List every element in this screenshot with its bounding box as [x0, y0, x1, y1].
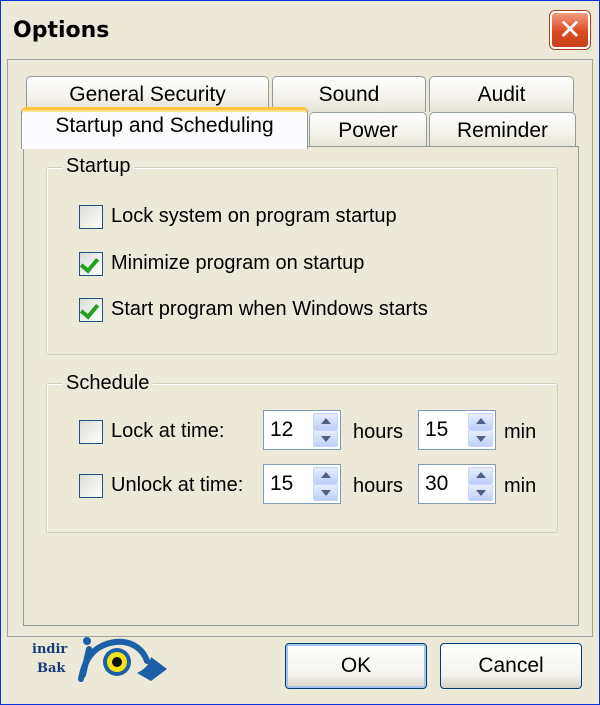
- minimize-on-startup-checkbox[interactable]: [79, 252, 103, 276]
- lock-minutes-unit: min: [504, 421, 537, 443]
- schedule-group: [46, 383, 558, 533]
- lock-at-time-label: Lock at time:: [111, 420, 225, 442]
- lock-minutes-stepper[interactable]: 15: [418, 410, 496, 450]
- eye-logo-icon: [78, 637, 167, 682]
- unlock-hours-down-button[interactable]: [313, 484, 338, 501]
- lock-on-startup-checkbox[interactable]: [79, 205, 103, 229]
- unlock-minutes-unit: min: [504, 475, 537, 497]
- start-with-windows-checkbox[interactable]: [79, 298, 103, 322]
- tab-audit[interactable]: Audit: [429, 76, 574, 112]
- logo-text-indir: indir: [32, 642, 68, 657]
- unlock-minutes-stepper[interactable]: 30: [418, 464, 496, 504]
- unlock-hours-stepper[interactable]: 15: [263, 464, 341, 504]
- options-dialog: Options ✕ General Security Sound Audit S…: [0, 0, 600, 705]
- lock-minutes-value[interactable]: 15: [425, 418, 448, 442]
- close-button[interactable]: ✕: [550, 11, 590, 49]
- lock-minutes-up-button[interactable]: [468, 413, 493, 430]
- lock-minutes-down-button[interactable]: [468, 430, 493, 447]
- lock-at-time-checkbox[interactable]: [79, 420, 103, 444]
- start-with-windows-label: Start program when Windows starts: [111, 298, 428, 320]
- unlock-minutes-value[interactable]: 30: [425, 472, 448, 496]
- unlock-hours-value[interactable]: 15: [270, 472, 293, 496]
- unlock-at-time-label: Unlock at time:: [111, 474, 244, 496]
- lock-hours-up-button[interactable]: [313, 413, 338, 430]
- lock-hours-down-button[interactable]: [313, 430, 338, 447]
- startup-group-label: Startup: [62, 155, 135, 178]
- close-icon: ✕: [558, 13, 582, 46]
- tab-power[interactable]: Power: [309, 112, 427, 148]
- tab-reminder[interactable]: Reminder: [429, 112, 576, 148]
- unlock-minutes-down-button[interactable]: [468, 484, 493, 501]
- lock-hours-stepper[interactable]: 12: [263, 410, 341, 450]
- schedule-group-label: Schedule: [62, 372, 154, 395]
- title-bar[interactable]: Options ✕: [1, 1, 599, 61]
- logo-text-bak: Bak: [37, 661, 66, 676]
- ok-button[interactable]: OK: [285, 643, 427, 689]
- unlock-minutes-up-button[interactable]: [468, 467, 493, 484]
- minimize-on-startup-label: Minimize program on startup: [111, 252, 365, 274]
- unlock-hours-unit: hours: [353, 475, 404, 497]
- window-title: Options: [13, 18, 110, 43]
- lock-hours-value[interactable]: 12: [270, 418, 293, 442]
- cancel-button[interactable]: Cancel: [440, 643, 582, 689]
- lock-on-startup-label: Lock system on program startup: [111, 205, 397, 227]
- unlock-at-time-checkbox[interactable]: [79, 474, 103, 498]
- lock-hours-unit: hours: [353, 421, 404, 443]
- tab-startup-scheduling[interactable]: Startup and Scheduling: [21, 107, 308, 149]
- unlock-hours-up-button[interactable]: [313, 467, 338, 484]
- tab-page-startup-scheduling: Startup Lock system on program startup M…: [23, 146, 579, 626]
